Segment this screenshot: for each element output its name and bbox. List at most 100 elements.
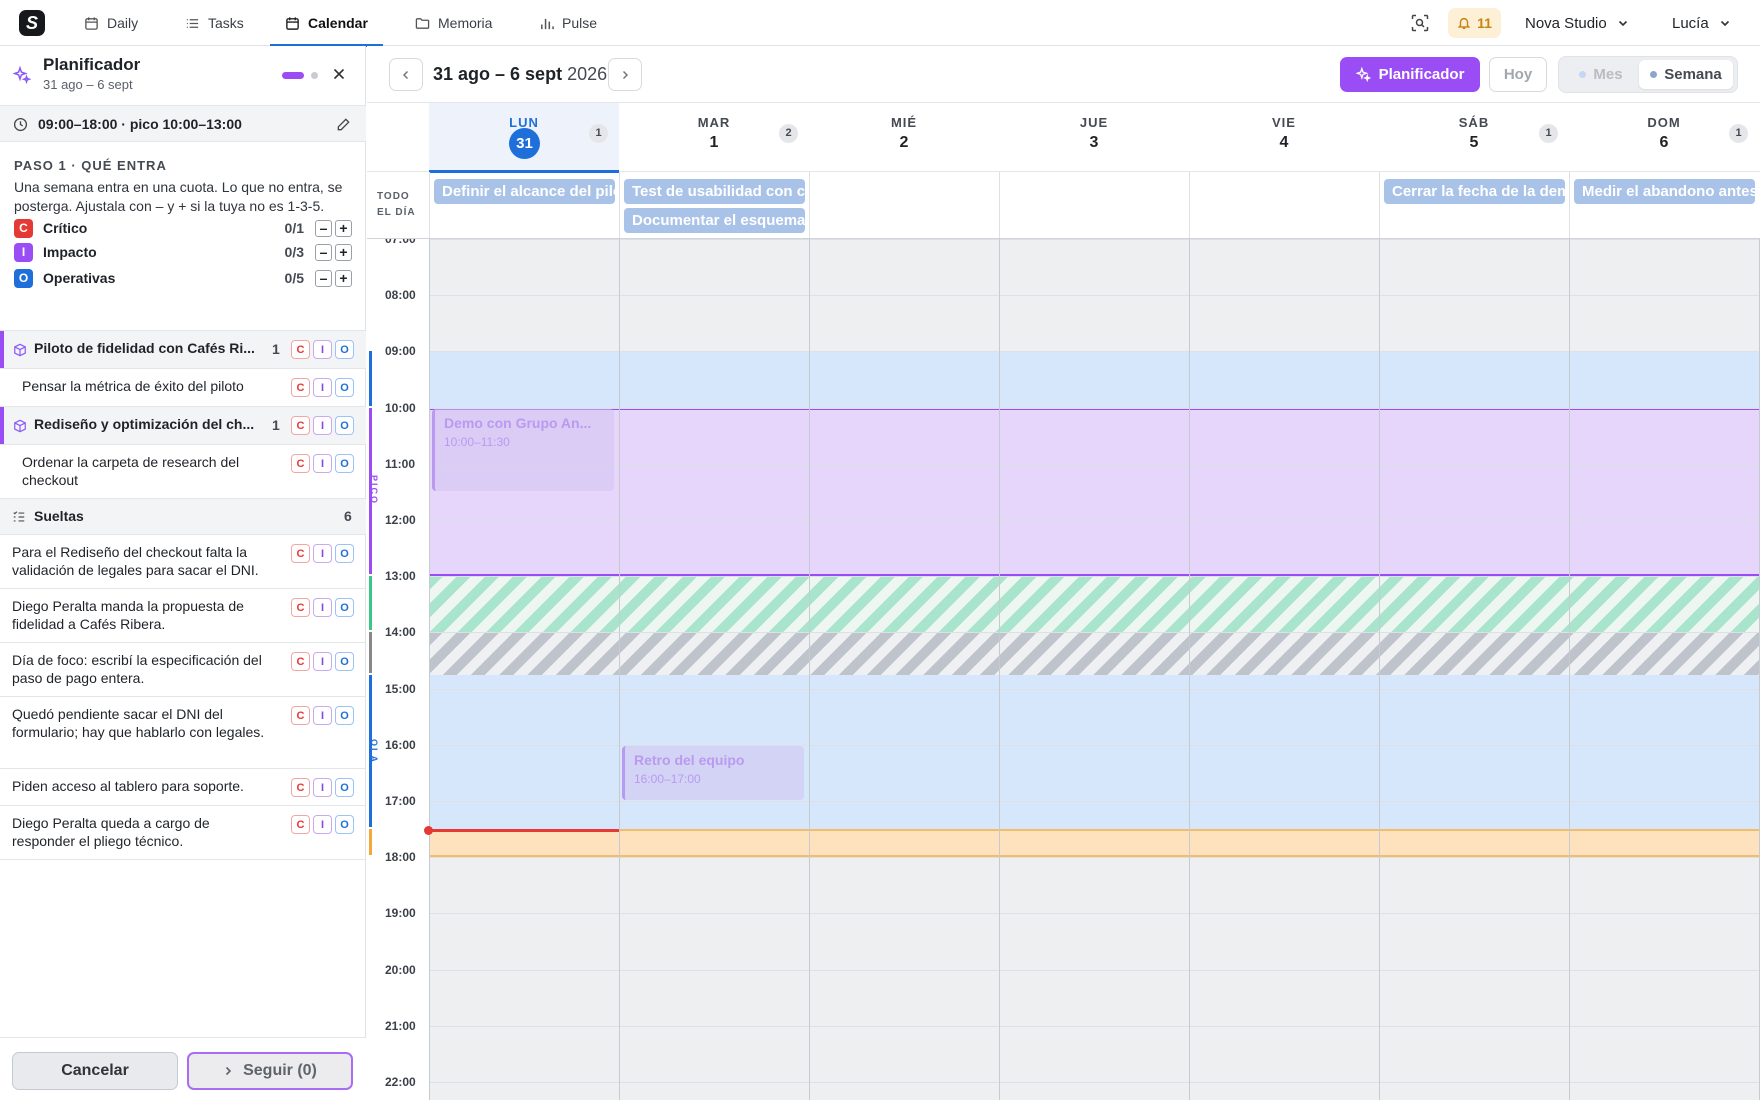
calendar-event[interactable]: Retro del equipo 16:00–17:00 (622, 745, 804, 800)
critical-tag-button[interactable]: C (291, 454, 310, 473)
hour-label: 12:00 (385, 513, 416, 527)
work-hours-row[interactable]: 09:00–18:00 · pico 10:00–13:00 (0, 106, 366, 142)
critical-tag-button[interactable]: C (291, 652, 310, 671)
day-header[interactable]: JUE 3 (999, 103, 1189, 172)
day-header[interactable]: MAR 1 2 (619, 103, 809, 172)
all-day-event[interactable]: Medir el abandono antes (1574, 179, 1755, 204)
task-text: Quedó pendiente sacar el DNI del formula… (12, 706, 265, 740)
impact-tag-button[interactable]: I (313, 340, 332, 359)
all-day-event[interactable]: Test de usabilidad con checkout (624, 179, 805, 204)
today-button[interactable]: Hoy (1489, 57, 1547, 92)
tab-calendar[interactable]: Calendar (270, 0, 383, 47)
cancel-button[interactable]: Cancelar (12, 1052, 178, 1090)
planner-button[interactable]: Planificador (1340, 57, 1480, 92)
critical-tag-button[interactable]: C (291, 544, 310, 563)
day-header[interactable]: DOM 6 1 (1569, 103, 1759, 172)
impact-tag-button[interactable]: I (313, 454, 332, 473)
loose-task-row[interactable]: Quedó pendiente sacar el DNI del formula… (0, 697, 366, 769)
calendar-event[interactable]: Demo con Grupo An... 10:00–11:30 (432, 408, 614, 491)
app-logo[interactable]: S (19, 10, 45, 36)
loose-task-row[interactable]: Para el Rediseño del checkout falta la v… (0, 535, 371, 589)
impact-tag-button[interactable]: I (313, 652, 332, 671)
operative-tag-button[interactable]: O (335, 598, 354, 617)
loose-task-row[interactable]: Día de foco: escribí la especificación d… (0, 643, 366, 697)
column-divider (619, 239, 620, 1100)
critical-tag-button[interactable]: C (291, 416, 310, 435)
hour-line (429, 632, 1760, 634)
operative-tag-button[interactable]: O (335, 544, 354, 563)
close-button[interactable] (331, 66, 349, 84)
tab-pulse[interactable]: Pulse (524, 0, 612, 46)
operative-tag-button[interactable]: O (335, 706, 354, 725)
hour-label: 21:00 (385, 1018, 416, 1033)
next-week-button[interactable] (608, 58, 642, 91)
impact-tag-button[interactable]: I (313, 416, 332, 435)
quota-increase-button[interactable]: + (335, 219, 352, 237)
operative-tag-button[interactable]: O (335, 778, 354, 797)
bar-chart-icon (541, 18, 554, 29)
critical-tag-button[interactable]: C (291, 778, 310, 797)
planner-button-label: Planificador (1378, 66, 1465, 83)
peak-band-label: PICO (369, 475, 379, 506)
week-view-option[interactable]: Semana (1639, 60, 1733, 89)
operative-tag-button[interactable]: O (335, 815, 354, 834)
operative-tag-button[interactable]: O (335, 416, 354, 435)
event-time: 16:00–17:00 (634, 771, 701, 786)
screenshot-button[interactable] (1411, 0, 1429, 46)
cio-selector: CIO (291, 815, 354, 834)
all-day-event[interactable]: Documentar el esquema (624, 208, 805, 233)
operative-tag-button[interactable]: O (335, 378, 354, 397)
all-day-event[interactable]: Definir el alcance del piloto (434, 179, 615, 204)
impact-tag-button[interactable]: I (313, 378, 332, 397)
impact-tag-button[interactable]: I (313, 706, 332, 725)
notifications-button[interactable]: 11 (1448, 8, 1501, 38)
quota-decrease-button[interactable]: – (315, 269, 332, 287)
hour-line (429, 801, 1760, 802)
loose-task-row[interactable]: Diego Peralta manda la propuesta de fide… (0, 589, 366, 643)
loose-task-row[interactable]: Diego Peralta queda a cargo de responder… (0, 806, 366, 860)
impact-tag-button[interactable]: I (313, 778, 332, 797)
critical-tag-button[interactable]: C (291, 598, 310, 617)
cio-selector: CIO (291, 378, 354, 397)
task-row[interactable]: Pensar la métrica de éxito del piloto CI… (0, 369, 366, 407)
day-header[interactable]: LUN 31 1 (429, 103, 619, 173)
impact-tag-button[interactable]: I (313, 815, 332, 834)
edit-pencil-icon[interactable] (336, 117, 351, 132)
previous-week-button[interactable] (389, 58, 423, 91)
workspace-dropdown[interactable]: Nova Studio (1525, 0, 1629, 46)
day-header[interactable]: SÁB 5 1 (1379, 103, 1569, 172)
month-view-option[interactable]: Mes (1563, 60, 1639, 89)
tab-memoria[interactable]: Memoria (400, 0, 507, 46)
loose-task-row[interactable]: Piden acceso al tablero para soporte. CI… (0, 769, 366, 806)
all-day-event[interactable]: Cerrar la fecha de la demo (1384, 179, 1565, 204)
task-text: Ordenar la carpeta de research del check… (22, 454, 240, 488)
day-header[interactable]: MIÉ 2 (809, 103, 999, 172)
impact-tag-button[interactable]: I (313, 544, 332, 563)
day-header[interactable]: VIE 4 (1189, 103, 1379, 172)
column-divider (999, 239, 1000, 1100)
project-count: 1 (272, 341, 280, 357)
view-switcher: Mes Semana (1558, 56, 1738, 93)
tab-tasks[interactable]: Tasks (170, 0, 259, 46)
column-divider (1379, 239, 1380, 1100)
critical-tag-button[interactable]: C (291, 706, 310, 725)
quota-increase-button[interactable]: + (335, 243, 352, 261)
tab-memoria-label: Memoria (438, 15, 493, 31)
critical-tag-button[interactable]: C (291, 815, 310, 834)
quota-decrease-button[interactable]: – (315, 243, 332, 261)
project-group-header[interactable]: Piloto de fidelidad con Cafés Ri... 1 CI… (0, 331, 366, 369)
quota-decrease-button[interactable]: – (315, 219, 332, 237)
operative-tag-button[interactable]: O (335, 454, 354, 473)
operative-tag-button[interactable]: O (335, 340, 354, 359)
operative-tag-button[interactable]: O (335, 652, 354, 671)
project-group-header[interactable]: Rediseño y optimización del ch... 1 CIO (0, 407, 366, 445)
all-day-label-line: TODO (377, 191, 410, 202)
user-dropdown[interactable]: Lucía (1672, 0, 1731, 46)
task-row[interactable]: Ordenar la carpeta de research del check… (0, 445, 366, 499)
tab-daily[interactable]: Daily (69, 0, 153, 46)
quota-increase-button[interactable]: + (335, 269, 352, 287)
impact-tag-button[interactable]: I (313, 598, 332, 617)
critical-tag-button[interactable]: C (291, 340, 310, 359)
continue-button[interactable]: Seguir (0) (187, 1052, 353, 1090)
critical-tag-button[interactable]: C (291, 378, 310, 397)
